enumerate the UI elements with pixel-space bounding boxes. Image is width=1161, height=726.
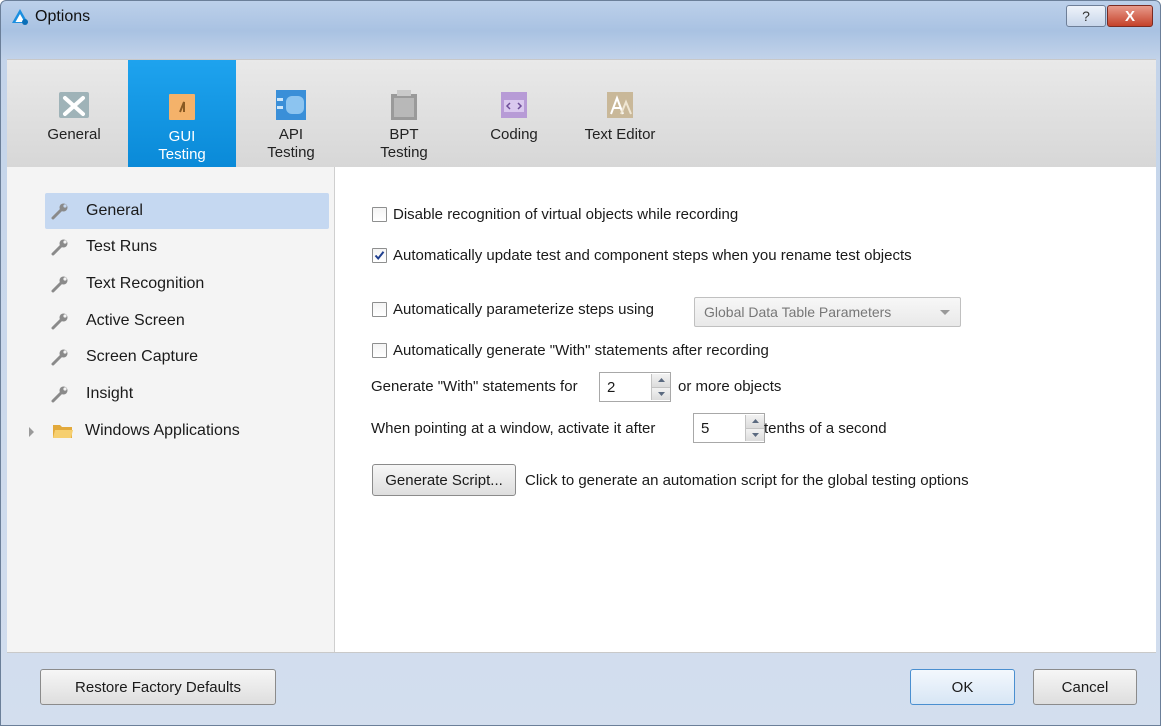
auto-update-checkbox[interactable]	[372, 248, 387, 263]
text-editor-icon	[607, 92, 633, 118]
auto-with-option[interactable]: Automatically generate "With" statements…	[372, 342, 769, 359]
auto-with-label: Automatically generate "With" statements…	[393, 342, 769, 359]
title-bar: Options ? X	[1, 1, 1160, 33]
tab-api-testing[interactable]: API Testing	[251, 60, 331, 167]
activate-after-stepper[interactable]: 5	[693, 413, 765, 443]
spin-up-icon[interactable]	[746, 415, 764, 428]
bpt-testing-icon	[391, 90, 417, 120]
gui-testing-icon	[169, 94, 195, 120]
with-count-value: 2	[607, 378, 616, 396]
category-ribbon: General GUI Testing API Testing BPT Test…	[7, 59, 1156, 168]
activate-after-value: 5	[701, 419, 710, 437]
tab-coding[interactable]: Coding	[475, 60, 553, 167]
tree-item-text-recognition[interactable]: Text Recognition	[45, 266, 329, 302]
auto-update-option[interactable]: Automatically update test and component …	[372, 247, 912, 264]
auto-param-option[interactable]: Automatically parameterize steps using	[372, 301, 654, 318]
tab-general[interactable]: General	[33, 60, 115, 167]
param-source-value: Global Data Table Parameters	[704, 304, 892, 320]
help-button[interactable]: ?	[1066, 5, 1106, 27]
tree-item-test-runs[interactable]: Test Runs	[45, 229, 329, 265]
auto-param-label: Automatically parameterize steps using	[393, 301, 654, 318]
wrench-icon	[51, 313, 68, 330]
app-logo-icon	[12, 9, 28, 25]
tree-item-windows-applications[interactable]: Windows Applications	[85, 422, 240, 440]
tools-icon	[59, 92, 89, 118]
tree-item-active-screen[interactable]: Active Screen	[45, 303, 329, 339]
activate-after-suffix: tenths of a second	[764, 420, 887, 437]
tab-text-editor[interactable]: Text Editor	[571, 60, 669, 167]
spin-down-icon[interactable]	[746, 427, 764, 441]
tab-gui-testing[interactable]: GUI Testing	[128, 60, 236, 167]
activate-after-prefix: When pointing at a window, activate it a…	[371, 420, 656, 437]
window-title: Options	[35, 8, 91, 25]
restore-defaults-button[interactable]: Restore Factory Defaults	[40, 669, 276, 705]
disable-virtual-label: Disable recognition of virtual objects w…	[393, 206, 739, 223]
help-icon: ?	[1082, 8, 1090, 24]
tab-bpt-testing[interactable]: BPT Testing	[363, 60, 445, 167]
tree-item-screen-capture[interactable]: Screen Capture	[45, 339, 329, 375]
activate-after-spin-buttons[interactable]	[745, 415, 764, 441]
with-count-prefix: Generate "With" statements for	[371, 378, 578, 395]
wrench-icon	[51, 386, 68, 403]
options-dialog: Options ? X General GUI Testing API Test…	[0, 0, 1161, 726]
with-count-spin-buttons[interactable]	[651, 374, 670, 400]
with-count-suffix: or more objects	[678, 378, 782, 395]
wrench-icon	[51, 276, 68, 293]
chevron-down-icon	[940, 310, 950, 315]
ok-button[interactable]: OK	[910, 669, 1015, 705]
coding-icon	[501, 92, 527, 118]
api-testing-icon	[276, 90, 306, 120]
close-icon: X	[1124, 7, 1135, 25]
spin-up-icon[interactable]	[652, 374, 670, 387]
disable-virtual-option[interactable]: Disable recognition of virtual objects w…	[372, 206, 738, 223]
content-area: General Test Runs Text Recognition Activ…	[7, 167, 1156, 653]
with-count-stepper[interactable]: 2	[599, 372, 671, 402]
wrench-icon	[51, 203, 68, 220]
checkmark-icon	[374, 251, 385, 261]
tree-item-general[interactable]: General	[45, 193, 329, 229]
generate-script-description: Click to generate an automation script f…	[525, 472, 969, 489]
wrench-icon	[51, 349, 68, 366]
options-panel: Disable recognition of virtual objects w…	[335, 167, 1156, 652]
close-button[interactable]: X	[1107, 5, 1153, 27]
auto-with-checkbox[interactable]	[372, 343, 387, 358]
tree-item-insight[interactable]: Insight	[45, 376, 329, 412]
expand-arrow-icon[interactable]	[28, 426, 36, 438]
generate-script-button[interactable]: Generate Script...	[372, 464, 516, 496]
auto-param-checkbox[interactable]	[372, 302, 387, 317]
folder-icon	[53, 425, 73, 438]
auto-update-label: Automatically update test and component …	[393, 247, 912, 264]
dialog-footer: Restore Factory Defaults OK Cancel	[7, 653, 1156, 723]
cancel-button[interactable]: Cancel	[1033, 669, 1137, 705]
options-tree: General Test Runs Text Recognition Activ…	[7, 167, 335, 652]
disable-virtual-checkbox[interactable]	[372, 207, 387, 222]
param-source-dropdown[interactable]: Global Data Table Parameters	[694, 297, 961, 327]
wrench-icon	[51, 239, 68, 256]
spin-down-icon[interactable]	[652, 386, 670, 400]
